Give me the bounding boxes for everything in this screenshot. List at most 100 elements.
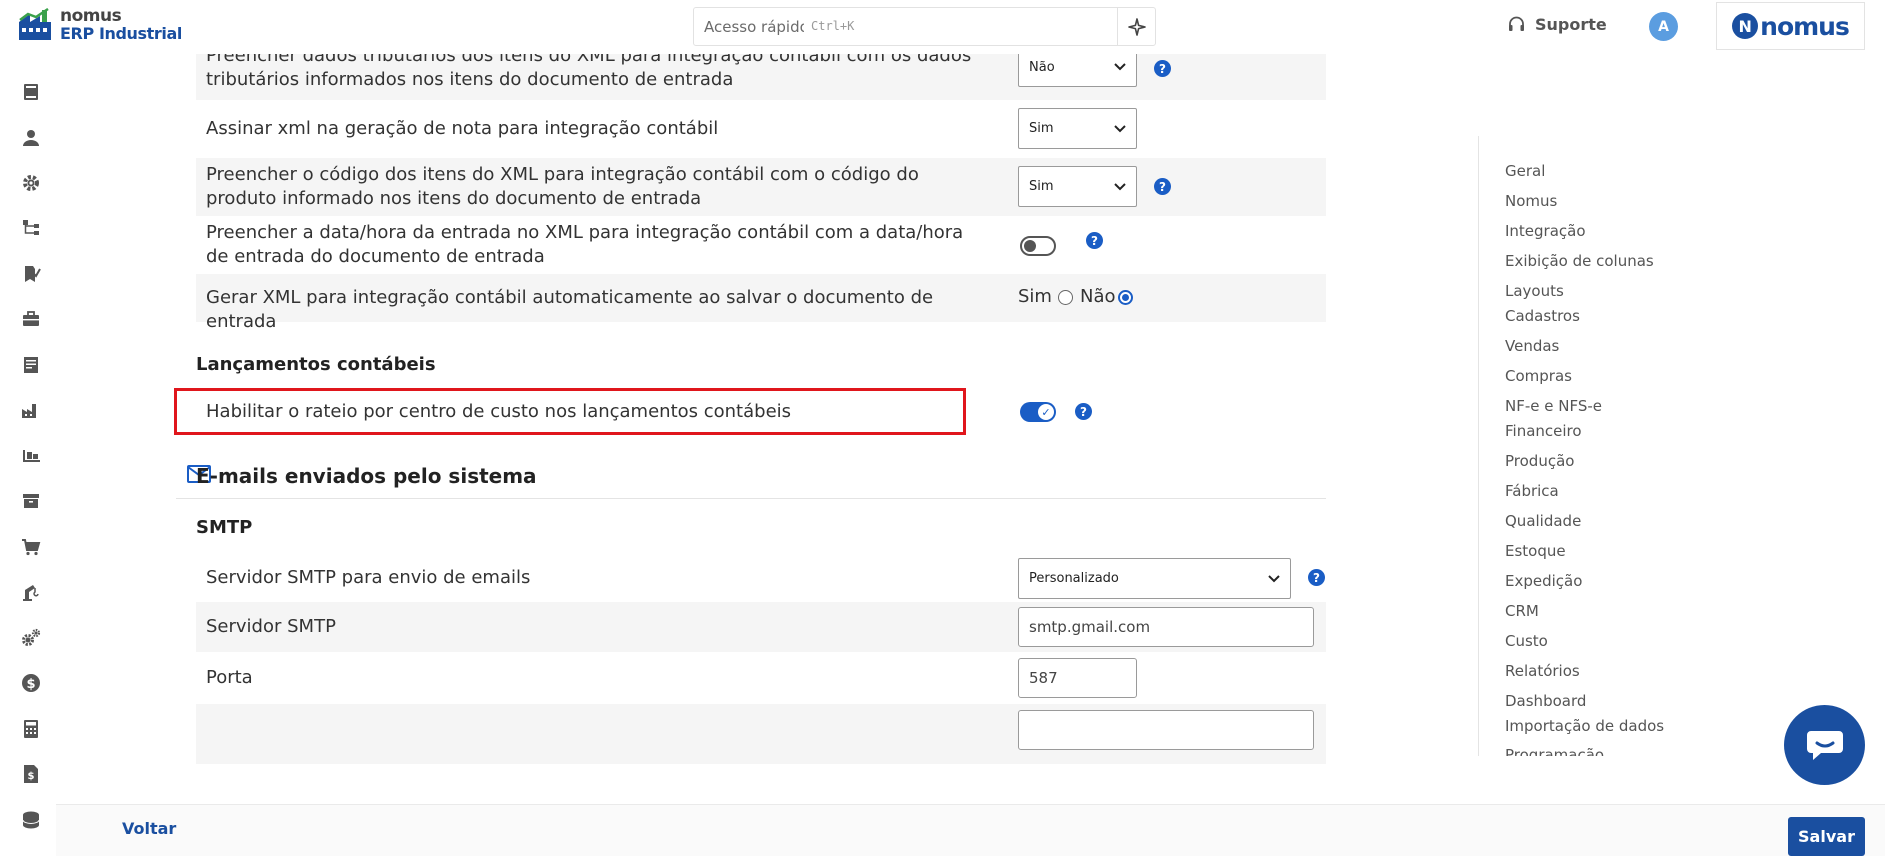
setting-label: Assinar xml na geração de nota para inte… bbox=[206, 118, 719, 139]
help-icon[interactable]: ? bbox=[1086, 232, 1103, 249]
logo-text: nomus ERP Industrial bbox=[60, 6, 182, 43]
back-button[interactable]: Voltar bbox=[122, 819, 176, 838]
help-icon[interactable]: ? bbox=[1308, 569, 1325, 586]
tasks-icon[interactable] bbox=[21, 264, 41, 284]
user-icon[interactable] bbox=[21, 128, 41, 148]
select-value: Não bbox=[1029, 59, 1055, 75]
select-codigo-itens[interactable]: Sim bbox=[1018, 166, 1137, 207]
logo-line1: nomus bbox=[60, 6, 122, 26]
nav-cadastros[interactable]: Cadastros bbox=[1505, 307, 1580, 325]
nav-expedicao[interactable]: Expedição bbox=[1505, 572, 1582, 590]
chat-button[interactable] bbox=[1784, 705, 1865, 785]
dollar-icon[interactable]: $ bbox=[21, 673, 41, 693]
book-icon[interactable] bbox=[21, 82, 41, 102]
setting-row-data-hora: Preencher a data/hora da entrada no XML … bbox=[196, 216, 1326, 274]
nomus-logo[interactable]: nomus ERP Industrial bbox=[18, 8, 182, 42]
nav-exibicao[interactable]: Exibição de colunas bbox=[1505, 252, 1654, 270]
setting-row-rateio: Habilitar o rateio por centro de custo n… bbox=[177, 391, 1092, 432]
support-link[interactable]: Suporte bbox=[1508, 15, 1607, 34]
chevron-down-icon bbox=[1114, 124, 1126, 132]
nav-producao[interactable]: Produção bbox=[1505, 452, 1574, 470]
port-input[interactable]: 587 bbox=[1018, 658, 1137, 698]
select-assinar-xml[interactable]: Sim bbox=[1018, 108, 1137, 149]
select-value: Sim bbox=[1029, 179, 1054, 194]
invoice-icon[interactable]: $ bbox=[21, 764, 41, 784]
nav-dashboard[interactable]: Dashboard bbox=[1505, 692, 1586, 710]
nav-layouts[interactable]: Layouts bbox=[1505, 282, 1564, 300]
nav-crm[interactable]: CRM bbox=[1505, 602, 1539, 620]
chat-bubble-icon bbox=[1806, 731, 1843, 760]
ai-sparkle-button[interactable] bbox=[1117, 8, 1155, 45]
nav-vendas[interactable]: Vendas bbox=[1505, 337, 1559, 355]
support-label: Suporte bbox=[1535, 15, 1607, 34]
nav-custo[interactable]: Custo bbox=[1505, 632, 1548, 650]
gears-icon[interactable] bbox=[21, 628, 41, 648]
left-sidebar: $ $ bbox=[0, 54, 56, 856]
chevron-down-icon bbox=[1114, 63, 1126, 71]
toggle-data-hora[interactable] bbox=[1020, 236, 1056, 256]
quick-access-input[interactable] bbox=[704, 16, 804, 38]
logo-building-icon bbox=[18, 7, 54, 42]
partial-input[interactable] bbox=[1018, 710, 1314, 750]
setting-label: Preencher a data/hora da entrada no XML … bbox=[206, 222, 964, 267]
settings-content: Preencher dados tributários dos itens do… bbox=[56, 54, 1326, 804]
user-avatar[interactable]: A bbox=[1649, 12, 1678, 41]
nav-compras[interactable]: Compras bbox=[1505, 367, 1572, 385]
brand-text: nomus bbox=[1760, 11, 1850, 41]
nav-integracao[interactable]: Integração bbox=[1505, 222, 1586, 240]
select-smtp-tipo[interactable]: Personalizado bbox=[1018, 558, 1291, 599]
radio-label-sim: Sim bbox=[1018, 286, 1052, 307]
radio-label-nao: Não bbox=[1080, 286, 1116, 307]
svg-text:$: $ bbox=[26, 677, 35, 692]
crane-icon[interactable] bbox=[21, 582, 41, 602]
forklift-icon[interactable] bbox=[21, 446, 41, 466]
quick-access-search[interactable]: Ctrl+K bbox=[693, 7, 1156, 46]
nav-financeiro[interactable]: Financeiro bbox=[1505, 422, 1582, 440]
hierarchy-icon[interactable] bbox=[21, 218, 41, 238]
toggle-rateio[interactable]: ✓ bbox=[1020, 402, 1056, 422]
brand-mark-icon: N bbox=[1732, 13, 1759, 39]
smtp-heading: SMTP bbox=[196, 517, 253, 538]
check-icon: ✓ bbox=[1038, 404, 1054, 420]
svg-text:$: $ bbox=[28, 771, 35, 782]
chevron-down-icon bbox=[1268, 574, 1280, 582]
nav-estoque[interactable]: Estoque bbox=[1505, 542, 1566, 560]
setting-label: Habilitar o rateio por centro de custo n… bbox=[206, 401, 792, 422]
setting-row-gerar-xml: Gerar XML para integração contábil autom… bbox=[196, 274, 1326, 332]
setting-row-dados-tributarios: Preencher dados tributários dos itens do… bbox=[196, 54, 1326, 100]
nav-fabrica[interactable]: Fábrica bbox=[1505, 482, 1559, 500]
nav-relatorios[interactable]: Relatórios bbox=[1505, 662, 1580, 680]
headset-icon bbox=[1509, 16, 1524, 31]
setting-label: Preencher dados tributários dos itens do… bbox=[206, 54, 972, 90]
select-value: Sim bbox=[1029, 121, 1054, 136]
nav-geral[interactable]: Geral bbox=[1505, 162, 1545, 180]
save-button[interactable]: Salvar bbox=[1788, 817, 1865, 856]
setting-row-assinar-xml: Assinar xml na geração de nota para inte… bbox=[196, 100, 1326, 158]
archive-icon[interactable] bbox=[21, 491, 41, 511]
nav-programacao[interactable]: Programação bbox=[1505, 746, 1604, 756]
cart-icon[interactable] bbox=[21, 537, 41, 557]
calculator-icon[interactable] bbox=[21, 719, 41, 739]
help-icon[interactable]: ? bbox=[1154, 60, 1171, 77]
factory-icon[interactable] bbox=[21, 400, 41, 420]
smtp-server-input[interactable]: smtp.gmail.com bbox=[1018, 607, 1314, 647]
setting-row-smtp-servidor: Servidor SMTP smtp.gmail.com bbox=[196, 602, 1326, 652]
setting-label: Porta bbox=[206, 667, 253, 688]
briefcase-icon[interactable] bbox=[21, 309, 41, 329]
emails-heading-text: E-mails enviados pelo sistema bbox=[196, 464, 537, 488]
help-icon[interactable]: ? bbox=[1075, 403, 1092, 420]
radio-sim[interactable] bbox=[1058, 290, 1073, 305]
gear-icon[interactable] bbox=[21, 173, 41, 193]
help-icon[interactable]: ? bbox=[1154, 178, 1171, 195]
nav-importacao[interactable]: Importação de dados bbox=[1505, 717, 1664, 735]
nav-nomus[interactable]: Nomus bbox=[1505, 192, 1557, 210]
database-icon[interactable] bbox=[21, 810, 41, 830]
radio-nao[interactable] bbox=[1118, 290, 1133, 305]
setting-label: Servidor SMTP para envio de emails bbox=[206, 567, 531, 588]
select-dados-tributarios[interactable]: Não bbox=[1018, 54, 1137, 87]
setting-row-codigo-itens: Preencher o código dos itens do XML para… bbox=[196, 158, 1326, 216]
document-icon[interactable] bbox=[21, 355, 41, 375]
nav-qualidade[interactable]: Qualidade bbox=[1505, 512, 1581, 530]
logo-line2: ERP Industrial bbox=[60, 24, 182, 43]
nav-nfe[interactable]: NF-e e NFS-e bbox=[1505, 397, 1602, 415]
